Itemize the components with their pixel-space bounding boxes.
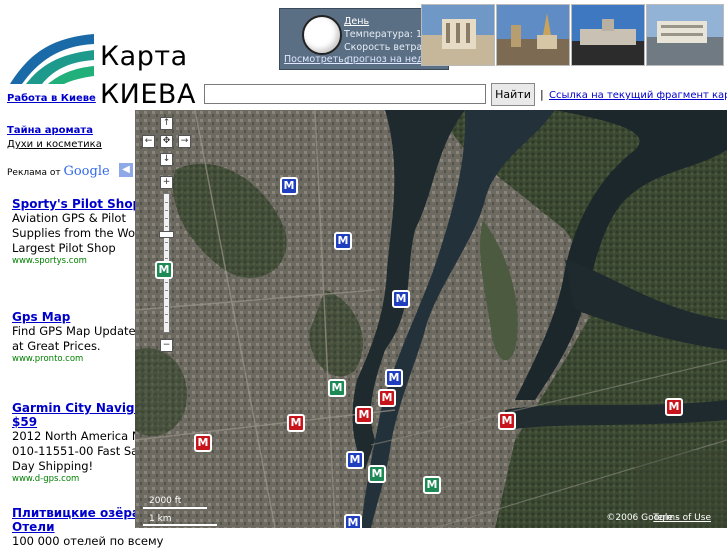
metro-marker-icon[interactable]: M <box>280 177 298 195</box>
metro-marker-icon[interactable]: M <box>368 465 386 483</box>
city-photo[interactable] <box>646 4 724 66</box>
scale-bar <box>143 507 207 509</box>
ads-prefix: Реклама от <box>7 168 61 178</box>
metro-marker-icon[interactable]: M <box>194 434 212 452</box>
ad-url[interactable]: www.pronto.com <box>12 354 142 364</box>
google-logo: Google <box>63 164 110 179</box>
scale-km-label: 1 km <box>149 514 172 524</box>
metro-marker-icon[interactable]: M <box>155 261 173 279</box>
ads-prev-arrow-icon[interactable]: ◀ <box>119 163 133 177</box>
terms-of-use-link[interactable]: Terms of Use <box>653 513 711 523</box>
pan-left-icon[interactable]: ← <box>142 135 155 148</box>
moon-icon <box>302 15 342 55</box>
metro-marker-icon[interactable]: M <box>423 476 441 494</box>
scale-feet-label: 2000 ft <box>149 496 182 506</box>
city-photo[interactable] <box>421 4 495 66</box>
scale-bar <box>143 524 217 526</box>
metro-marker-icon[interactable]: M <box>346 451 364 469</box>
pan-center-icon[interactable]: ✥ <box>160 135 173 148</box>
zoom-slider-handle[interactable] <box>159 231 174 238</box>
work-in-kiev-link[interactable]: Работа в Киеве <box>7 93 96 104</box>
metro-marker-icon[interactable]: M <box>392 290 410 308</box>
ads-by-google[interactable]: Реклама от Google <box>7 164 110 179</box>
pan-down-icon[interactable]: ↓ <box>160 153 173 166</box>
pan-up-icon[interactable]: ↑ <box>160 117 173 130</box>
ad-line: 100 000 отелей по всему <box>12 534 164 548</box>
zoom-out-icon[interactable]: − <box>160 339 173 352</box>
search-button[interactable]: Найти <box>491 83 535 106</box>
metro-marker-icon[interactable]: M <box>665 398 683 416</box>
metro-marker-icon[interactable]: M <box>287 414 305 432</box>
city-photo[interactable] <box>571 4 645 66</box>
separator: | <box>540 88 544 101</box>
weather-day[interactable]: День <box>344 15 369 28</box>
aroma-link[interactable]: Тайна аромата <box>7 125 93 136</box>
weather-forecast-link[interactable]: Посмотреть прогноз на неделю <box>284 53 443 66</box>
metro-marker-icon[interactable]: M <box>328 379 346 397</box>
metro-marker-icon[interactable]: M <box>498 412 516 430</box>
site-logo[interactable] <box>8 26 96 88</box>
ad-block: Gps Map Find GPS Map Updates at Great Pr… <box>12 310 142 364</box>
ad-line: at Great Prices. <box>12 339 101 353</box>
pan-right-icon[interactable]: → <box>178 135 191 148</box>
metro-marker-icon[interactable]: M <box>385 369 403 387</box>
map-fragment-link[interactable]: Ссылка на текущий фрагмент карты <box>549 90 727 101</box>
metro-marker-icon[interactable]: M <box>344 514 362 528</box>
search-input[interactable] <box>204 84 486 104</box>
metro-marker-icon[interactable]: M <box>355 406 373 424</box>
map-imagery <box>135 110 727 528</box>
zoom-in-icon[interactable]: + <box>160 176 173 189</box>
satellite-map[interactable]: ↑ ← ✥ → ↓ + − M M M M M M M M M M M M M … <box>135 110 727 528</box>
metro-marker-icon[interactable]: M <box>378 389 396 407</box>
ad-title-link[interactable]: Gps Map <box>12 310 142 324</box>
ad-line: Find GPS Map Updates <box>12 324 142 338</box>
metro-marker-icon[interactable]: M <box>334 232 352 250</box>
aroma-subtitle-link[interactable]: Духи и косметика <box>7 139 102 150</box>
city-photo[interactable] <box>496 4 570 66</box>
